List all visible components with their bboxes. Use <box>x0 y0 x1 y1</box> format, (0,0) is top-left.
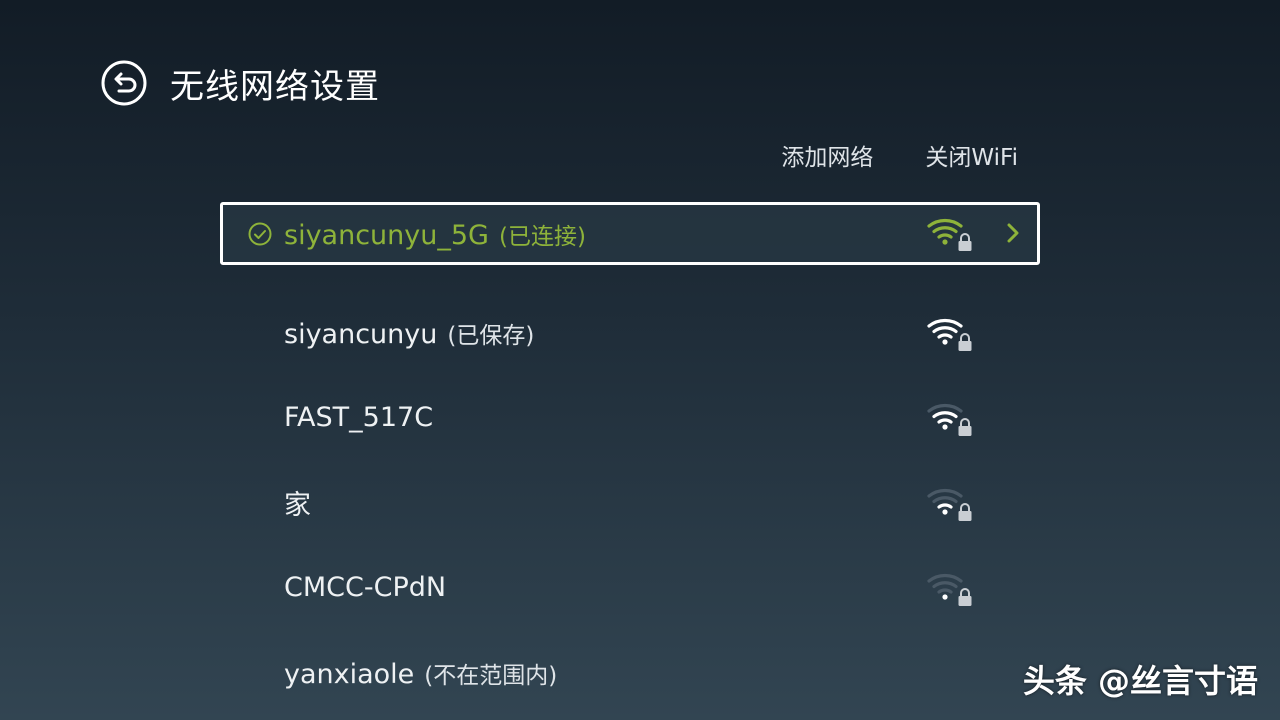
wifi-item-name: FAST_517C <box>284 402 443 433</box>
wifi-item[interactable]: 家 <box>220 460 1040 545</box>
back-icon[interactable] <box>100 59 148 107</box>
wifi-status: (已连接) <box>498 223 586 250</box>
page-title: 无线网络设置 <box>170 66 380 107</box>
top-actions: 添加网络 关闭WiFi <box>781 138 1018 172</box>
wifi-item-connected[interactable]: siyancunyu_5G (已连接) <box>220 202 1040 265</box>
chevron-right-icon <box>1007 223 1019 243</box>
wifi-item-name: CMCC-CPdN <box>284 572 456 603</box>
wifi-item[interactable]: siyancunyu (已保存) <box>220 290 1040 375</box>
wifi-network-list: siyancunyu_5G (已连接) siyancunyu (已保存) FAS… <box>220 202 1040 715</box>
wifi-item-name: yanxiaole (不在范围内) <box>284 656 557 690</box>
wifi-signal-lock-icon <box>927 488 972 521</box>
wifi-item[interactable]: FAST_517C <box>220 375 1040 460</box>
wifi-signal-lock-icon <box>927 573 972 606</box>
wifi-signal-lock-icon <box>927 218 972 251</box>
wifi-item-name: 家 <box>284 483 321 522</box>
wifi-ssid: 家 <box>284 490 311 521</box>
wifi-signal-lock-icon <box>927 318 972 351</box>
wifi-status: (已保存) <box>447 322 535 349</box>
add-network-button[interactable]: 添加网络 <box>781 138 873 172</box>
wifi-item[interactable]: CMCC-CPdN <box>220 545 1040 630</box>
wifi-signal-lock-icon <box>927 403 972 436</box>
wifi-ssid: siyancunyu <box>284 318 438 350</box>
header: 无线网络设置 <box>100 58 380 108</box>
wifi-ssid: yanxiaole <box>284 658 415 690</box>
wifi-status: (不在范围内) <box>424 662 558 689</box>
wifi-ssid: FAST_517C <box>284 402 434 433</box>
wifi-item-name: siyancunyu (已保存) <box>284 316 534 350</box>
wifi-item-name: siyancunyu_5G (已连接) <box>284 217 586 251</box>
wifi-ssid: CMCC-CPdN <box>284 572 447 603</box>
wifi-ssid: siyancunyu_5G <box>284 219 489 251</box>
check-circle-icon <box>248 222 272 246</box>
turn-off-wifi-button[interactable]: 关闭WiFi <box>925 138 1018 172</box>
watermark: 头条 @丝言寸语 <box>1022 662 1258 700</box>
wifi-item[interactable]: yanxiaole (不在范围内) <box>220 630 1040 715</box>
